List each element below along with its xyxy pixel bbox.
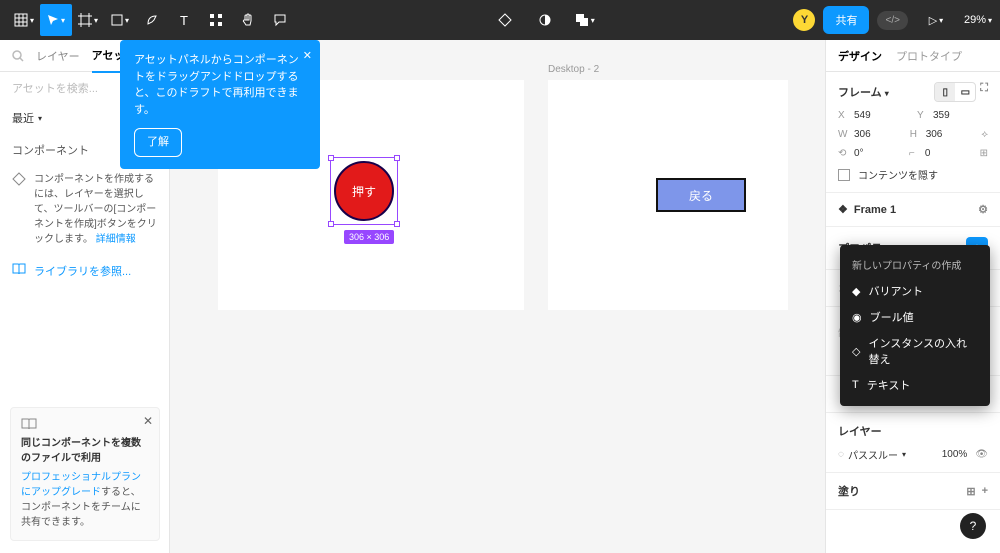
resize-fit-icon[interactable]: ⛶ [980, 82, 988, 102]
landscape-icon[interactable]: ▭ [955, 83, 975, 101]
frame-section: フレーム ▾ ▯ ▭ ⛶ X549 Y359 W306 H306 ⟡ ⟲0° ⌐… [826, 72, 1000, 193]
blend-mode-dropdown[interactable]: ◌パススルー▾ [838, 447, 906, 462]
asset-tooltip: ✕ アセットパネルからコンポーネントをドラッグアンドドロップすると、このドラフト… [120, 40, 320, 169]
boolean-icon[interactable]: ▾ [569, 4, 601, 36]
main-menu-button[interactable]: ▾ [8, 4, 40, 36]
search-icon[interactable] [12, 50, 24, 62]
tab-layers[interactable]: レイヤー [36, 40, 80, 72]
instance-swap-icon: ◇ [852, 345, 860, 358]
book-icon [12, 263, 26, 279]
pen-tool[interactable] [136, 4, 168, 36]
menu-item-text[interactable]: Tテキスト [840, 372, 990, 398]
tooltip-ok-button[interactable]: 了解 [134, 128, 182, 157]
w-field[interactable]: W306 [838, 129, 902, 140]
card-title: 同じコンポーネントを複数のファイルで利用 [21, 436, 149, 466]
frame-desktop-2[interactable]: Desktop - 2 戻る [548, 80, 788, 310]
variant-icon: ◆ [852, 285, 860, 298]
x-field[interactable]: X549 [838, 110, 909, 121]
tooltip-body: アセットパネルからコンポーネントをドラッグアンドドロップすると、このドラフトで再… [134, 52, 306, 118]
resources-tool[interactable] [200, 4, 232, 36]
help-more-link[interactable]: 詳細情報 [96, 234, 136, 245]
selection-handle[interactable] [394, 155, 400, 161]
new-property-menu: 新しいプロパティの作成 ◆バリアント ◉ブール値 ◇インスタンスの入れ替え Tテ… [840, 245, 990, 406]
boolean-icon: ◉ [852, 311, 862, 324]
h-field[interactable]: H306 [910, 129, 974, 140]
menu-item-variant[interactable]: ◆バリアント [840, 278, 990, 304]
tab-design[interactable]: デザイン [838, 48, 882, 64]
selection-box[interactable] [330, 157, 398, 225]
frame-tool[interactable]: ▾ [72, 4, 104, 36]
text-icon: T [852, 379, 859, 391]
comment-tool[interactable] [264, 4, 296, 36]
menu-item-boolean[interactable]: ◉ブール値 [840, 304, 990, 330]
component-icon[interactable] [489, 4, 521, 36]
move-tool[interactable]: ▾ [40, 4, 72, 36]
portrait-icon[interactable]: ▯ [935, 83, 955, 101]
y-field[interactable]: Y359 [917, 110, 988, 121]
help-fab[interactable]: ? [960, 513, 986, 539]
present-button[interactable]: ▷▾ [920, 4, 952, 36]
layer-section: レイヤー ◌パススルー▾ 100% 👁 [826, 413, 1000, 473]
selection-handle[interactable] [328, 221, 334, 227]
independent-corners-icon[interactable]: ⊞ [980, 148, 988, 159]
avatar[interactable]: Y [793, 9, 815, 31]
shape-tool[interactable]: ▾ [104, 4, 136, 36]
adjust-icon[interactable]: ⚙ [978, 203, 988, 216]
text-tool[interactable]: T [168, 4, 200, 36]
lock-aspect-icon[interactable]: ⟡ [981, 129, 988, 140]
clip-label: コンテンツを隠す [858, 167, 938, 182]
blue-back-button[interactable]: 戻る [656, 178, 746, 212]
selection-handle[interactable] [394, 221, 400, 227]
top-toolbar: ▾ ▾ ▾ ▾ T ▾ Y 共有 [0, 0, 1000, 40]
share-button[interactable]: 共有 [823, 6, 869, 34]
dev-mode-toggle[interactable]: </> [877, 11, 907, 30]
browse-libraries-link[interactable]: ライブラリを参照... [0, 255, 169, 287]
style-icon[interactable]: ⊞ [966, 485, 975, 498]
rotation-field[interactable]: ⟲0° [838, 148, 901, 159]
card-close-icon[interactable]: ✕ [143, 412, 153, 430]
hand-tool[interactable] [232, 4, 264, 36]
menu-item-instance-swap[interactable]: ◇インスタンスの入れ替え [840, 330, 990, 372]
add-fill-button[interactable]: + [982, 485, 988, 498]
radius-field[interactable]: ⌐0 [909, 148, 972, 159]
visibility-icon[interactable]: 👁 [975, 449, 988, 460]
components-help: コンポーネントを作成するには、レイヤーを選択して、ツールバーの[コンポーネントを… [0, 164, 169, 255]
upgrade-card: ✕ 同じコンポーネントを複数のファイルで利用 プロフェッショナルプランにアップグ… [10, 407, 160, 541]
tooltip-close-icon[interactable]: ✕ [303, 48, 312, 65]
component-help-icon [12, 172, 26, 247]
book-icon [21, 418, 149, 430]
selection-handle[interactable] [328, 155, 334, 161]
fill-section: 塗り⊞+ [826, 473, 1000, 510]
clip-checkbox[interactable] [838, 169, 850, 181]
component-icon: ❖ [838, 203, 848, 216]
frame-label[interactable]: Desktop - 2 [548, 64, 599, 75]
mask-icon[interactable] [529, 4, 561, 36]
selection-size-badge: 306 × 306 [344, 230, 394, 244]
component-section: ❖Frame 1 ⚙ [826, 193, 1000, 227]
orientation-toggle[interactable]: ▯ ▭ [934, 82, 976, 102]
menu-title: 新しいプロパティの作成 [840, 253, 990, 278]
opacity-field[interactable]: 100% [942, 449, 968, 460]
tab-prototype[interactable]: プロトタイプ [896, 48, 962, 64]
zoom-dropdown[interactable]: 29%▾ [964, 14, 992, 26]
